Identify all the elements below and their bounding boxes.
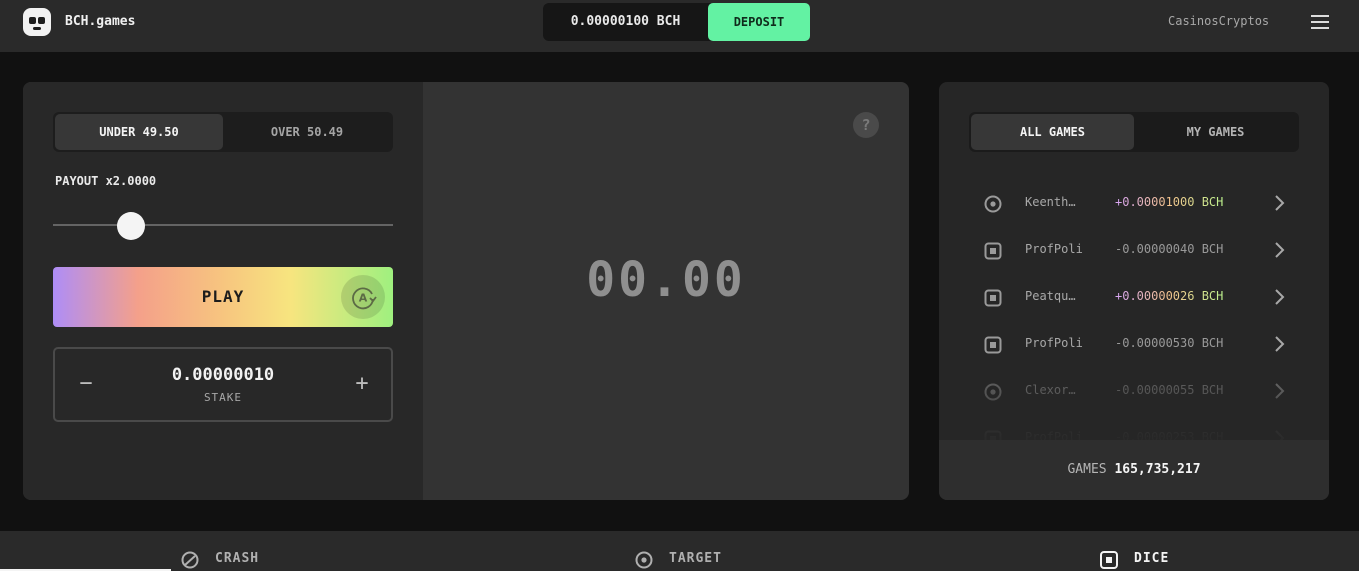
- games-history-panel: ALL GAMES MY GAMES Keenth… +0.00001000 BC…: [939, 82, 1329, 500]
- deposit-button[interactable]: DEPOSIT: [708, 3, 810, 41]
- username-link[interactable]: CasinosCryptos: [1168, 14, 1269, 28]
- target-icon: [635, 551, 653, 569]
- dice-controls: UNDER 49.50 OVER 50.49 PAYOUT x2.0000 PL…: [23, 82, 423, 500]
- autoplay-icon[interactable]: A: [341, 275, 385, 319]
- chevron-right-icon[interactable]: [1272, 193, 1286, 213]
- target-icon: [984, 195, 1002, 213]
- stake-value[interactable]: 0.00000010: [115, 365, 331, 385]
- history-amount: +0.00000026 BCH: [1115, 289, 1224, 303]
- history-row[interactable]: ProfPoli -0.00000530 BCH: [939, 321, 1329, 368]
- tab-my-games[interactable]: MY GAMES: [1134, 114, 1297, 150]
- stake-decrease-button[interactable]: −: [71, 369, 101, 399]
- dice-game-panel: UNDER 49.50 OVER 50.49 PAYOUT x2.0000 PL…: [23, 82, 909, 500]
- dice-icon: [984, 289, 1002, 307]
- hamburger-menu-icon[interactable]: [1311, 15, 1329, 29]
- nav-target-label: TARGET: [669, 551, 722, 566]
- games-label: GAMES: [1067, 462, 1107, 477]
- chance-slider-handle[interactable]: [117, 212, 146, 240]
- play-button[interactable]: PLAY A: [53, 267, 393, 327]
- stake-label: STAKE: [203, 391, 243, 404]
- nav-dice-label: DICE: [1134, 551, 1170, 566]
- mode-toggle: UNDER 49.50 OVER 50.49: [53, 112, 393, 152]
- logo-icon[interactable]: [23, 8, 51, 36]
- crash-icon: [181, 551, 199, 569]
- history-player: ProfPoli: [1025, 242, 1083, 256]
- roll-result: 00.00: [586, 252, 746, 308]
- stake-increase-button[interactable]: +: [347, 369, 377, 399]
- game-nav: CRASH TARGET DICE: [0, 531, 1359, 571]
- balance-display[interactable]: 0.00000100 BCH: [543, 3, 708, 41]
- history-player: Peatqu…: [1025, 289, 1076, 303]
- history-player: Keenth…: [1025, 195, 1076, 209]
- history-amount: -0.00000040 BCH: [1115, 242, 1224, 256]
- history-tabs: ALL GAMES MY GAMES: [969, 112, 1299, 152]
- history-amount: +0.00001000 BCH: [1115, 195, 1224, 209]
- payout-label: PAYOUT x2.0000: [55, 174, 157, 188]
- dice-icon: [1100, 551, 1118, 569]
- brand-name[interactable]: BCH.games: [65, 14, 135, 29]
- stake-input: − 0.00000010 STAKE +: [53, 347, 393, 422]
- chevron-right-icon[interactable]: [1272, 240, 1286, 260]
- chevron-right-icon[interactable]: [1272, 334, 1286, 354]
- tab-all-games[interactable]: ALL GAMES: [971, 114, 1134, 150]
- wallet-box: 0.00000100 BCH DEPOSIT: [543, 3, 810, 41]
- history-row[interactable]: ProfPoli -0.00000040 BCH: [939, 227, 1329, 274]
- games-count: 165,735,217: [1114, 462, 1201, 477]
- history-player: ProfPoli: [1025, 336, 1083, 350]
- chevron-right-icon[interactable]: [1272, 287, 1286, 307]
- history-row[interactable]: Keenth… +0.00001000 BCH: [939, 180, 1329, 227]
- over-mode-button[interactable]: OVER 50.49: [223, 114, 391, 150]
- history-amount: -0.00000530 BCH: [1115, 336, 1224, 350]
- help-icon[interactable]: ?: [853, 112, 879, 138]
- dice-icon: [984, 242, 1002, 260]
- games-counter: GAMES 165,735,217: [939, 440, 1329, 500]
- under-mode-button[interactable]: UNDER 49.50: [55, 114, 223, 150]
- svg-text:A: A: [359, 292, 368, 305]
- nav-crash-label: CRASH: [215, 551, 260, 566]
- chance-slider-track[interactable]: [53, 224, 393, 226]
- history-row[interactable]: Peatqu… +0.00000026 BCH: [939, 274, 1329, 321]
- top-bar: BCH.games 0.00000100 BCH DEPOSIT Casinos…: [0, 0, 1359, 52]
- dice-icon: [984, 336, 1002, 354]
